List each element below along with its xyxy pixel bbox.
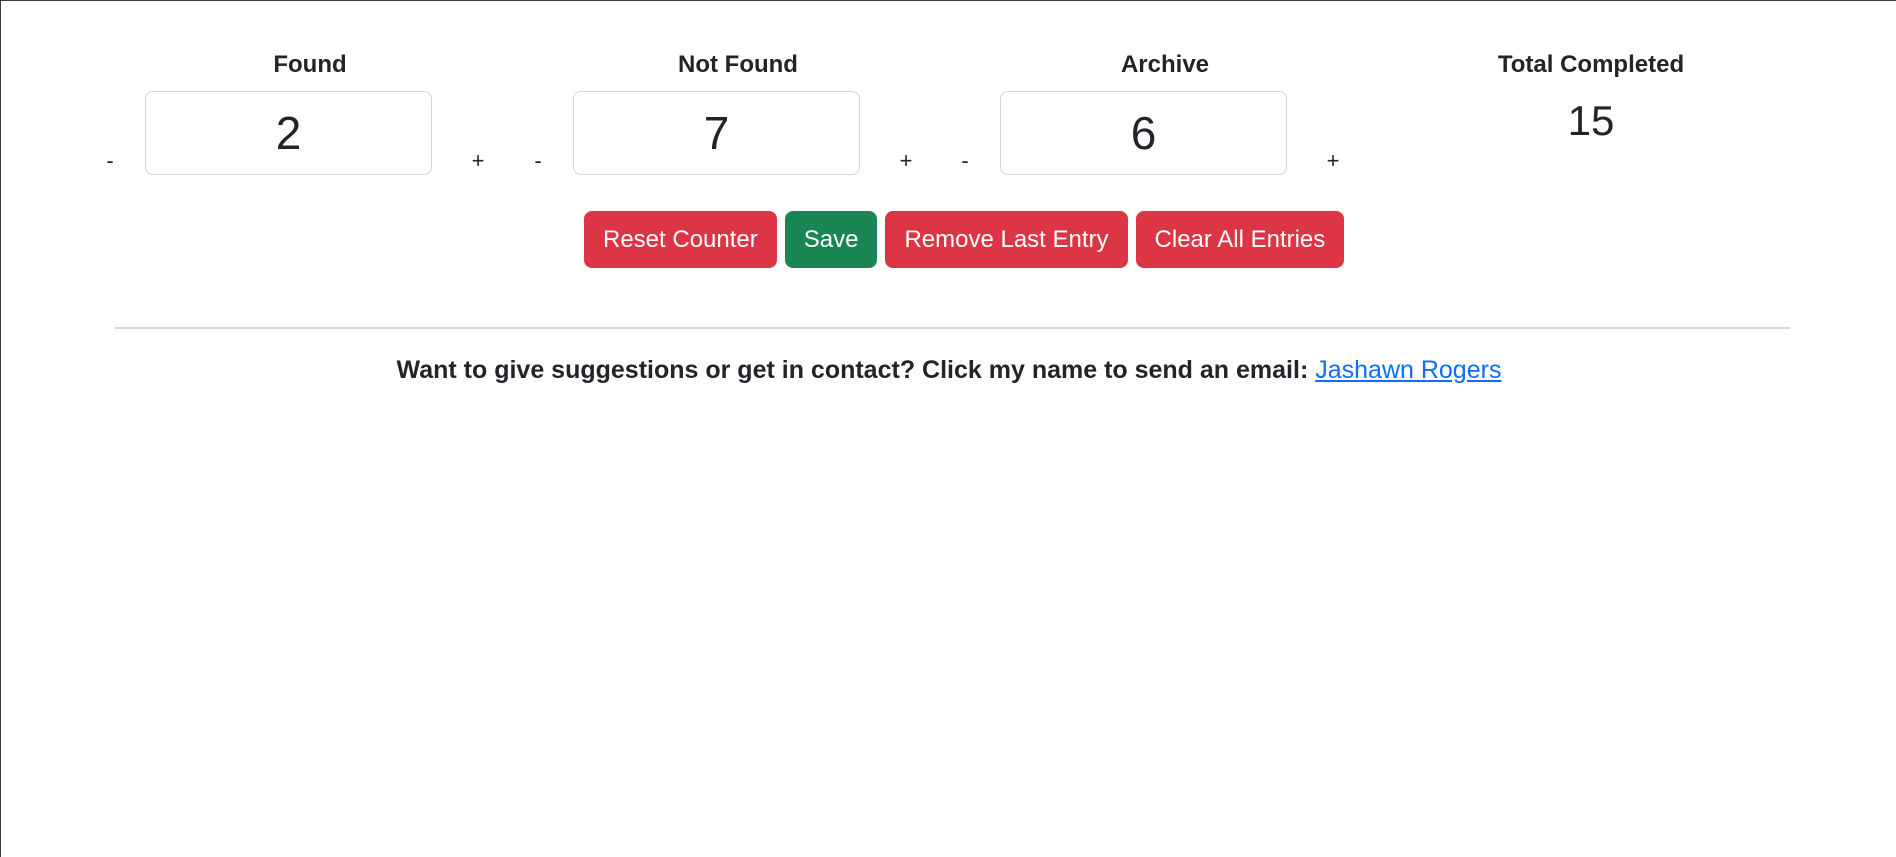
- email-link[interactable]: Jashawn Rogers: [1315, 356, 1501, 384]
- counter-found: Found - +: [90, 49, 530, 179]
- footer-text: Want to give suggestions or get in conta…: [396, 356, 1316, 384]
- remove-last-entry-button[interactable]: Remove Last Entry: [885, 211, 1128, 268]
- total-completed-title: Total Completed: [1497, 51, 1685, 78]
- footer-contact: Want to give suggestions or get in conta…: [1, 353, 1896, 387]
- found-count-input[interactable]: [145, 91, 432, 175]
- divider: [115, 327, 1790, 329]
- archive-count-input[interactable]: [1000, 91, 1287, 175]
- action-buttons: Reset Counter Save Remove Last Entry Cle…: [584, 211, 1345, 268]
- archive-decrement-button[interactable]: -: [947, 143, 983, 179]
- counter-found-title: Found: [273, 51, 347, 78]
- total-completed-value: 15: [1567, 97, 1615, 144]
- not-found-count-input[interactable]: [573, 91, 860, 175]
- counter-archive: Archive - +: [945, 49, 1385, 179]
- counter-archive-title: Archive: [1120, 51, 1210, 78]
- counter-not-found-title: Not Found: [678, 51, 798, 78]
- counter-not-found: Not Found - +: [518, 49, 958, 179]
- not-found-increment-button[interactable]: +: [888, 143, 924, 179]
- archive-increment-button[interactable]: +: [1315, 143, 1351, 179]
- save-button[interactable]: Save: [784, 211, 878, 268]
- not-found-decrement-button[interactable]: -: [520, 143, 556, 179]
- found-decrement-button[interactable]: -: [92, 143, 128, 179]
- found-increment-button[interactable]: +: [460, 143, 496, 179]
- total-completed: Total Completed 15: [1371, 49, 1811, 149]
- reset-counter-button[interactable]: Reset Counter: [584, 211, 777, 268]
- clear-all-entries-button[interactable]: Clear All Entries: [1135, 211, 1345, 268]
